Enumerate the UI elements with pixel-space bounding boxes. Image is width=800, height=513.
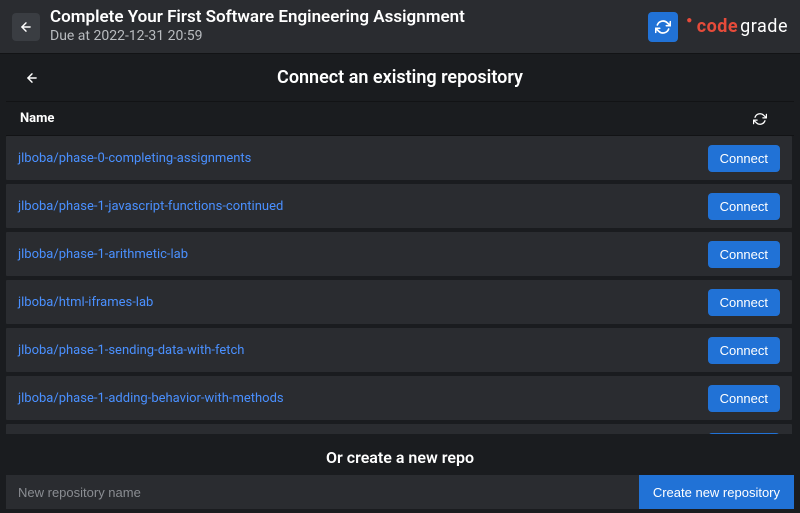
footer: Or create a new repo Create new reposito… <box>6 434 794 513</box>
connect-button[interactable]: Connect <box>708 241 780 268</box>
table-header: Name <box>6 102 794 136</box>
create-repo-button[interactable]: Create new repository <box>639 475 794 509</box>
new-repo-input[interactable] <box>6 475 639 509</box>
table-row: jlboba/phase-0-completing-assignmentsCon… <box>6 136 792 180</box>
repo-link[interactable]: jlboba/phase-0-completing-assignments <box>18 151 708 166</box>
due-date: Due at 2022-12-31 20:59 <box>50 28 638 46</box>
section-heading: Connect an existing repository <box>277 67 523 88</box>
create-row: Create new repository <box>6 475 794 509</box>
connect-button[interactable]: Connect <box>708 145 780 172</box>
connect-button[interactable]: Connect <box>708 289 780 316</box>
topbar: Complete Your First Software Engineering… <box>0 0 800 54</box>
table-row: jlboba/phase-1-arithmetic-labConnect <box>6 232 792 276</box>
table-row: jlboba/html-iframes-labConnect <box>6 280 792 324</box>
refresh-list-button[interactable] <box>750 109 770 129</box>
repo-link[interactable]: jlboba/phase-1-adding-behavior-with-meth… <box>18 391 708 406</box>
refresh-button[interactable] <box>648 12 678 42</box>
arrow-left-icon <box>25 71 39 85</box>
title-block: Complete Your First Software Engineering… <box>50 7 638 46</box>
column-name: Name <box>20 111 750 126</box>
table-row: jlboba/phase-1-adding-behavior-with-meth… <box>6 376 792 420</box>
repo-link[interactable]: jlboba/html-iframes-lab <box>18 295 708 310</box>
connect-button[interactable]: Connect <box>708 385 780 412</box>
page-title: Complete Your First Software Engineering… <box>50 7 638 28</box>
refresh-icon <box>655 19 671 35</box>
table-row: jlboba/phase-1-sending-data-with-fetchCo… <box>6 328 792 372</box>
content: Connect an existing repository Name jlbo… <box>0 54 800 513</box>
brand-logo: ●codegrade <box>688 16 788 37</box>
repo-link[interactable]: jlboba/phase-1-arithmetic-lab <box>18 247 708 262</box>
repo-list[interactable]: jlboba/phase-0-completing-assignmentsCon… <box>6 136 794 440</box>
connect-button[interactable]: Connect <box>708 337 780 364</box>
back-button[interactable] <box>12 13 40 41</box>
refresh-icon <box>753 112 767 126</box>
connect-button[interactable]: Connect <box>708 193 780 220</box>
repo-link[interactable]: jlboba/phase-1-javascript-functions-cont… <box>18 199 708 214</box>
section-header: Connect an existing repository <box>6 54 794 102</box>
section-back-button[interactable] <box>18 64 46 92</box>
create-heading: Or create a new repo <box>6 438 794 475</box>
table-row: jlboba/phase-1-javascript-functions-cont… <box>6 184 792 228</box>
repo-link[interactable]: jlboba/phase-1-sending-data-with-fetch <box>18 343 708 358</box>
arrow-left-icon <box>19 20 33 34</box>
